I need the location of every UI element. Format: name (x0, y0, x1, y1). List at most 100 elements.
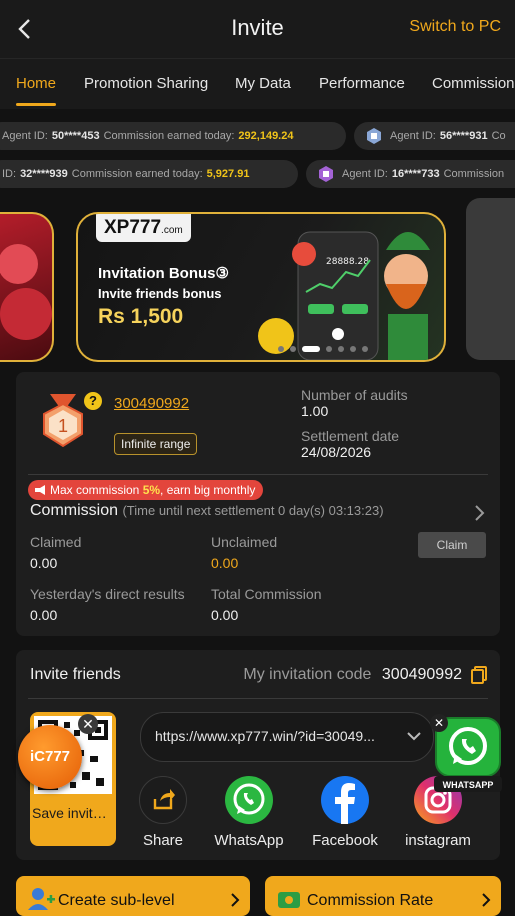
banner-slide-previous[interactable] (0, 212, 54, 362)
promo-tag: Max commission 5%, earn big monthly (28, 480, 264, 500)
share-button[interactable]: Share (134, 776, 192, 849)
megaphone-icon (35, 485, 45, 495)
ticker-commission-label: Commission (443, 168, 505, 180)
tab-performance[interactable]: Performance (319, 75, 405, 92)
commission-rate-icon (278, 892, 300, 908)
total-commission-label: Total Commission (211, 586, 322, 602)
active-tab-indicator (16, 103, 56, 106)
tab-promotion-sharing[interactable]: Promotion Sharing (84, 75, 208, 92)
agent-id-link[interactable]: 300490992 (114, 395, 189, 412)
add-user-icon (28, 888, 55, 910)
ticker-agent-label: Agent ID: (390, 130, 436, 142)
create-sub-level-button[interactable]: Create sub-level (16, 876, 250, 916)
divider (28, 474, 488, 475)
chevron-right-icon (231, 893, 240, 907)
ticker-row-1: Agent ID: 50****453 Commission earned to… (0, 122, 515, 150)
carousel-dot[interactable] (338, 346, 344, 352)
leprechaun-phone-illustration: 28888.28 (258, 231, 430, 360)
xp777-logo: XP777.com (96, 214, 191, 242)
ticker-item: Agent ID: 16****733 Commission (306, 160, 515, 188)
carousel-dot-active[interactable] (302, 346, 320, 352)
invite-link-dropdown[interactable]: https://www.xp777.win/?id=30049... (140, 712, 434, 762)
invitation-code-row: My invitation code 300490992 (243, 666, 462, 684)
character-illustration (0, 244, 52, 340)
tab-commission[interactable]: Commission (432, 75, 515, 92)
claim-button[interactable]: Claim (418, 532, 486, 558)
ticker-amount: 5,927.91 (206, 168, 250, 180)
ticker-agent-id: 32****939 (20, 168, 68, 180)
floating-whatsapp-button[interactable]: WHATSAPP ✕ (430, 714, 504, 794)
ticker-item: Agent ID: 56****931 Co (354, 122, 515, 150)
top-bar: Invite Switch to PC (0, 0, 515, 58)
chevron-right-icon (482, 893, 491, 907)
carousel-dot[interactable] (362, 346, 368, 352)
commission-rate-button[interactable]: Commission Rate (265, 876, 501, 916)
help-icon[interactable]: ? (84, 392, 102, 410)
facebook-share-button[interactable]: Facebook (306, 776, 384, 849)
save-invitation-label: Save invitation... (32, 805, 114, 821)
divider (28, 698, 488, 699)
range-badge: Infinite range (114, 433, 198, 455)
ticker-agent-label: ID: (2, 168, 17, 180)
ticker-agent-id: 50****453 (51, 130, 100, 142)
yesterday-value: 0.00 (30, 607, 58, 623)
tab-bar: Home Promotion Sharing My Data Performan… (0, 58, 515, 109)
audits-value: 1.00 (301, 403, 329, 419)
claimed-label: Claimed (30, 534, 82, 550)
commission-title: Commission (30, 502, 119, 519)
level-number: 1 (57, 416, 68, 436)
invitation-code-label: My invitation code (243, 666, 372, 683)
yesterday-label: Yesterday's direct results (30, 586, 185, 602)
banner-slide-next[interactable] (466, 198, 515, 360)
share-icon (139, 776, 187, 824)
whatsapp-icon (225, 776, 273, 824)
ticker-item: Agent ID: 50****453 Commission earned to… (0, 122, 346, 150)
total-commission-value: 0.00 (211, 607, 239, 623)
copy-icon[interactable] (471, 666, 487, 684)
tab-my-data[interactable]: My Data (235, 75, 291, 92)
commission-rate-label: Commission Rate (307, 892, 434, 909)
chevron-down-icon (407, 732, 421, 741)
unclaimed-value: 0.00 (211, 555, 239, 571)
rank-badge-icon (367, 128, 381, 144)
ticker-commission-label: Co (491, 130, 506, 142)
carousel-dot[interactable] (278, 346, 284, 352)
ticker-commission-label: Commission earned today: (103, 130, 235, 142)
facebook-icon (321, 776, 369, 824)
invite-friends-card: Invite friends My invitation code 300490… (16, 650, 500, 860)
create-sub-level-label: Create sub-level (58, 892, 175, 909)
chevron-right-icon[interactable] (472, 504, 486, 522)
carousel-dot[interactable] (326, 346, 332, 352)
switch-to-pc-link[interactable]: Switch to PC (409, 18, 501, 36)
ticker-item: ID: 32****939 Commission earned today: 5… (0, 160, 298, 188)
banner-title: Invitation Bonus③ (98, 265, 229, 282)
settlement-label: Settlement date (301, 428, 400, 444)
phone-chart-value: 28888.28 (326, 257, 369, 267)
ticker-row-2: ID: 32****939 Commission earned today: 5… (0, 160, 515, 188)
settlement-value: 24/08/2026 (301, 444, 372, 460)
audits-label: Number of audits (301, 387, 408, 403)
whatsapp-share-button[interactable]: WhatsApp (210, 776, 288, 849)
claimed-value: 0.00 (30, 555, 58, 571)
back-arrow-icon[interactable] (14, 16, 36, 42)
banner-slide-invitation-bonus[interactable]: XP777.com Invitation Bonus③ Invite frien… (76, 212, 446, 362)
carousel-dots (278, 346, 368, 352)
ticker-amount: 292,149.24 (238, 130, 294, 142)
carousel-dot[interactable] (290, 346, 296, 352)
close-icon[interactable]: ✕ (430, 714, 448, 732)
rank-badge-icon (319, 166, 333, 182)
invitation-code: 300490992 (381, 666, 462, 683)
commission-row[interactable]: Commission (Time until next settlement 0… (30, 502, 384, 520)
ticker-agent-id: 16****733 (391, 168, 440, 180)
invite-title: Invite friends (30, 666, 121, 683)
ticker-commission-label: Commission earned today: (71, 168, 203, 180)
banner-subtitle: Invite friends bonus (98, 286, 222, 301)
tab-home[interactable]: Home (16, 75, 56, 92)
ic777-floating-logo[interactable]: iC777 (18, 725, 82, 789)
carousel-dot[interactable] (350, 346, 356, 352)
invite-link-text: https://www.xp777.win/?id=30049... (155, 728, 375, 744)
banner-amount: Rs 1,500 (98, 305, 184, 328)
commission-overview-card: 1 ? 300490992 Infinite range Number of a… (16, 372, 500, 636)
settlement-countdown: (Time until next settlement 0 day(s) 03:… (122, 503, 384, 518)
ticker-agent-label: Agent ID: (342, 168, 388, 180)
